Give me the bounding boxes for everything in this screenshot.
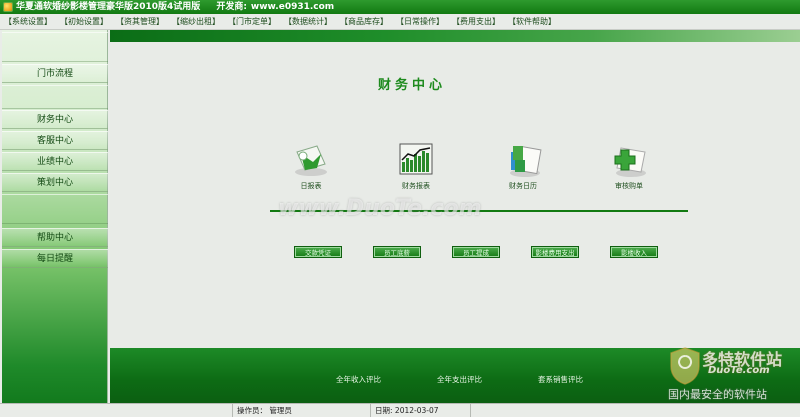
developer-info: 开发商: www.e0931.com — [212, 0, 334, 14]
sidebar-spacer — [2, 194, 108, 224]
audit-order-icon — [609, 142, 649, 178]
sidebar-spacer — [2, 85, 108, 109]
sidebar-item-store-process[interactable]: 门市流程 — [2, 64, 108, 83]
menu-inventory[interactable]: 【商品库存】 — [340, 16, 388, 27]
menu-help[interactable]: 【软件帮助】 — [508, 16, 556, 27]
duote-shield-icon — [670, 347, 700, 385]
status-operator: 操作员： 管理员 — [232, 404, 366, 417]
date-label: 日期: — [375, 406, 393, 415]
developer-label: 开发商: — [216, 2, 247, 12]
studio-expense-button[interactable]: 影楼费用支出 — [531, 246, 579, 258]
duote-logo-slogan: 国内最安全的软件站 — [668, 388, 767, 401]
sidebar-item-planning[interactable]: 策划中心 — [2, 173, 108, 192]
sidebar-item-finance[interactable]: 财务中心 — [2, 110, 108, 129]
sidebar-item-help[interactable]: 帮助中心 — [2, 228, 108, 247]
payment-voucher-button[interactable]: 交款凭证 — [294, 246, 342, 258]
menu-store-orders[interactable]: 【门市定单】 — [228, 16, 276, 27]
finance-calendar-icon — [503, 142, 543, 178]
operator-value: 管理员 — [269, 406, 292, 415]
staff-commission-button[interactable]: 员工提成 — [452, 246, 500, 258]
main-header-strip — [110, 30, 800, 42]
sidebar-item-performance[interactable]: 业绩中心 — [2, 152, 108, 171]
status-bar: 操作员： 管理员 日期: 2012-03-07 — [0, 403, 800, 417]
sidebar-item-customer-service[interactable]: 客服中心 — [2, 131, 108, 150]
app-icon — [3, 2, 13, 12]
developer-url[interactable]: www.e0931.com — [251, 2, 334, 12]
tile-label: 日报表 — [300, 182, 322, 190]
date-value: 2012-03-07 — [394, 406, 439, 415]
tile-audit-order[interactable]: 审核购单 — [594, 142, 664, 191]
finance-chart-icon — [396, 142, 436, 178]
page-title: 财务中心 — [378, 78, 447, 93]
staff-base-salary-button[interactable]: 员工底薪 — [373, 246, 421, 258]
duote-watermark: www.DuoTe.com — [278, 196, 482, 221]
menu-expenses[interactable]: 【费用支出】 — [452, 16, 500, 27]
operator-label: 操作员： — [237, 406, 267, 415]
duote-logo: 多特软件站 DuoTe.com 国内最安全的软件站 — [668, 346, 798, 402]
status-date: 日期: 2012-03-07 — [370, 404, 470, 417]
menu-system-settings[interactable]: 【系统设置】 — [4, 16, 52, 27]
tile-label: 审核购单 — [615, 182, 643, 190]
package-sales-compare-link[interactable]: 套系销售评比 — [538, 374, 583, 385]
menu-statistics[interactable]: 【数据统计】 — [284, 16, 332, 27]
tile-label: 财务日历 — [509, 182, 537, 190]
annual-expense-compare-link[interactable]: 全年支出评比 — [437, 374, 482, 385]
tile-label: 财务报表 — [402, 182, 430, 190]
annual-income-compare-link[interactable]: 全年收入评比 — [336, 374, 381, 385]
window-title: 华夏通软婚纱影楼管理豪华版2010版4试用版 — [16, 2, 201, 12]
status-empty — [470, 404, 800, 417]
menu-daily-operations[interactable]: 【日常操作】 — [396, 16, 444, 27]
tile-daily-report[interactable]: 日报表 — [276, 142, 346, 191]
duote-logo-en: DuoTe.com — [708, 365, 770, 376]
tile-finance-report[interactable]: 财务报表 — [381, 142, 451, 191]
menu-gown-rental[interactable]: 【缩纱出租】 — [172, 16, 220, 27]
menu-bar: 【系统设置】 【初始设置】 【资其管理】 【缩纱出租】 【门市定单】 【数据统计… — [0, 14, 800, 30]
app-window: 华夏通软婚纱影楼管理豪华版2010版4试用版 开发商: www.e0931.com… — [0, 0, 800, 417]
title-bar: 华夏通软婚纱影楼管理豪华版2010版4试用版 开发商: www.e0931.com — [0, 0, 800, 14]
studio-income-button[interactable]: 影楼收入 — [610, 246, 658, 258]
menu-initial-settings[interactable]: 【初始设置】 — [60, 16, 108, 27]
sidebar: 门市流程 财务中心 客服中心 业绩中心 策划中心 帮助中心 每日提醒 — [2, 30, 108, 403]
menu-resource-management[interactable]: 【资其管理】 — [116, 16, 164, 27]
sidebar-item-daily-reminder[interactable]: 每日提醒 — [2, 249, 108, 268]
tile-finance-calendar[interactable]: 财务日历 — [488, 142, 558, 191]
daily-report-icon — [291, 142, 331, 178]
sidebar-spacer — [2, 32, 108, 62]
